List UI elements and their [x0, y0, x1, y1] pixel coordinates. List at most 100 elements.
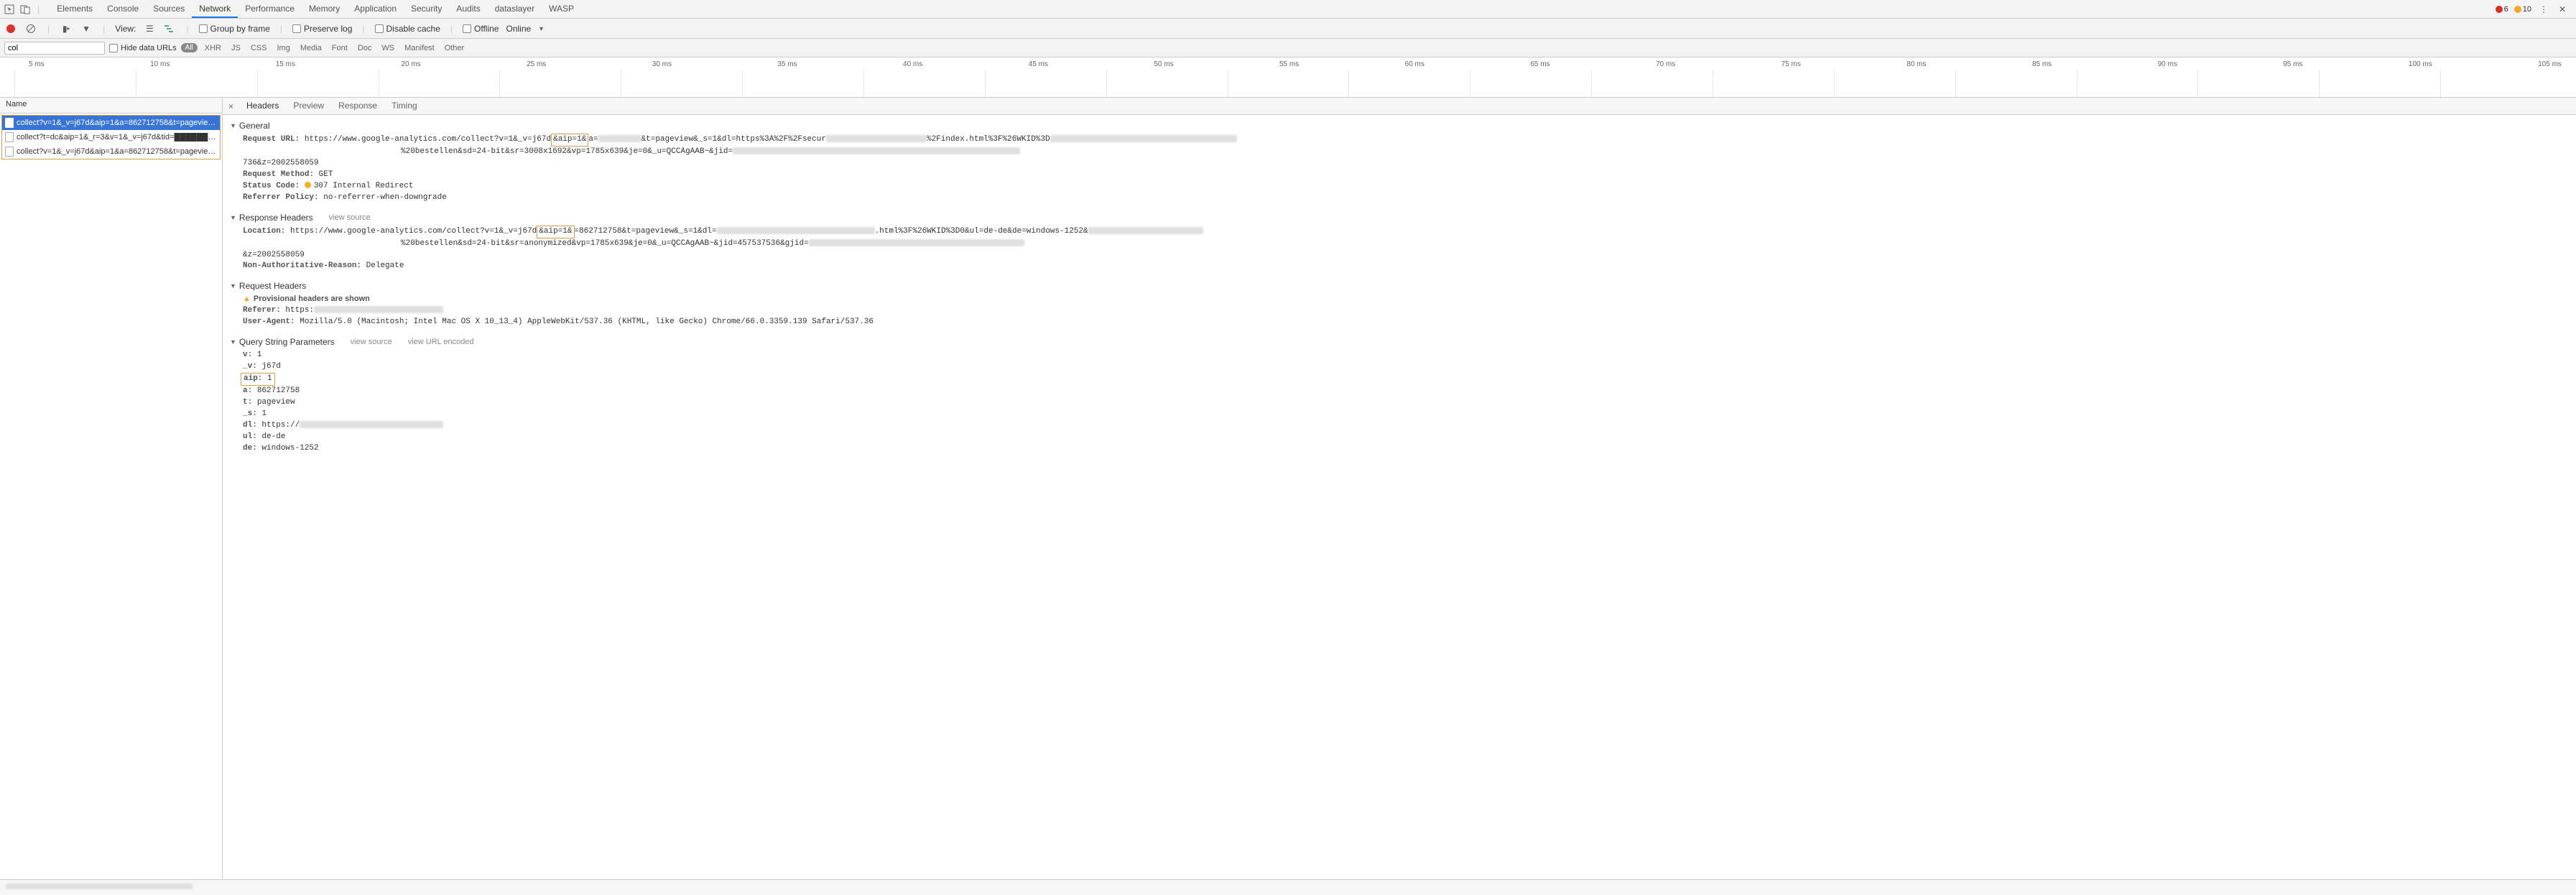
timeline-tick: 40 ms — [903, 60, 922, 68]
warning-icon: ▲ — [243, 295, 251, 303]
group-by-frame-checkbox[interactable]: Group by frame — [199, 24, 270, 34]
warning-count[interactable]: 10 — [2514, 5, 2531, 14]
detail-close-icon[interactable]: × — [223, 101, 239, 111]
request-row[interactable]: collect?t=dc&aip=1&_r=3&v=1&_v=j67d&tid=… — [2, 130, 220, 144]
throttle-select[interactable]: Online — [506, 24, 531, 34]
timeline-tick: 55 ms — [1279, 60, 1299, 68]
request-list: collect?v=1&_v=j67d&aip=1&a=862712758&t=… — [1, 115, 221, 159]
devtools-topbar: | Elements Console Sources Network Perfo… — [0, 0, 2576, 19]
tab-performance[interactable]: Performance — [238, 1, 302, 18]
error-count[interactable]: 6 — [2496, 5, 2508, 14]
filter-type-media[interactable]: Media — [297, 44, 325, 52]
qsp-row: aip: 1 — [230, 373, 2569, 386]
filter-type-xhr[interactable]: XHR — [202, 44, 224, 52]
timeline-tick: 60 ms — [1405, 60, 1424, 68]
view-source-link[interactable]: view source — [351, 338, 392, 346]
network-main: Name collect?v=1&_v=j67d&aip=1&a=8627127… — [0, 98, 2576, 892]
detail-tabs: × Headers Preview Response Timing — [223, 98, 2576, 115]
kv-non-authoritative-reason: Non-Authoritative-Reason: Delegate — [230, 261, 2569, 272]
timeline-tick: 30 ms — [652, 60, 672, 68]
section-response-headers: Response Headersview source Location: ht… — [223, 207, 2576, 276]
kv-referrer-policy: Referrer Policy: no-referrer-when-downgr… — [230, 193, 2569, 204]
timeline-tick: 25 ms — [527, 60, 546, 68]
section-heading-response-headers[interactable]: Response Headersview source — [230, 210, 2569, 226]
qsp-row: de: windows-1252 — [230, 443, 2569, 455]
devtools-tabs: Elements Console Sources Network Perform… — [50, 1, 2493, 18]
timeline-tick: 105 ms — [2538, 60, 2562, 68]
network-toolbar: | ▮▸ ▼ | View: ☰ | Group by frame | Pres… — [0, 19, 2576, 39]
tab-dataslayer[interactable]: dataslayer — [488, 1, 542, 18]
tab-network[interactable]: Network — [192, 1, 238, 18]
tab-wasp[interactable]: WASP — [542, 1, 581, 18]
filter-type-font[interactable]: Font — [329, 44, 351, 52]
disable-cache-checkbox[interactable]: Disable cache — [375, 24, 440, 34]
detail-tab-headers[interactable]: Headers — [239, 98, 286, 115]
kv-request-method: Request Method: GET — [230, 170, 2569, 181]
filter-type-js[interactable]: JS — [228, 44, 244, 52]
filter-type-ws[interactable]: WS — [379, 44, 397, 52]
record-icon[interactable] — [4, 22, 17, 35]
tab-memory[interactable]: Memory — [302, 1, 347, 18]
request-detail-panel: × Headers Preview Response Timing Genera… — [223, 98, 2576, 892]
filter-icon[interactable]: ▼ — [80, 22, 93, 35]
detail-tab-timing[interactable]: Timing — [384, 98, 425, 115]
tab-elements[interactable]: Elements — [50, 1, 100, 18]
preserve-log-checkbox[interactable]: Preserve log — [292, 24, 352, 34]
timeline-tick: 85 ms — [2032, 60, 2052, 68]
view-url-encoded-link[interactable]: view URL encoded — [408, 338, 474, 346]
timeline-tick: 80 ms — [1906, 60, 1926, 68]
timeline-tick: 20 ms — [401, 60, 420, 68]
filter-type-all[interactable]: All — [181, 43, 198, 52]
clear-icon[interactable] — [24, 22, 37, 35]
hide-data-urls-checkbox[interactable]: Hide data URLs — [109, 44, 177, 52]
kv-location: Location: https://www.google-analytics.c… — [230, 226, 2569, 261]
device-icon[interactable] — [19, 3, 32, 16]
view-waterfall-icon[interactable] — [163, 22, 176, 35]
tab-security[interactable]: Security — [404, 1, 449, 18]
qsp-row: _v: j67d — [230, 361, 2569, 373]
network-timeline[interactable]: 5 ms 10 ms 15 ms 20 ms 25 ms 30 ms 35 ms… — [0, 57, 2576, 98]
timeline-tick: 15 ms — [276, 60, 295, 68]
timeline-tick: 100 ms — [2409, 60, 2432, 68]
detail-tab-response[interactable]: Response — [331, 98, 384, 115]
inspect-icon[interactable] — [3, 3, 16, 16]
filter-input[interactable] — [4, 42, 105, 55]
tab-audits[interactable]: Audits — [449, 1, 487, 18]
qsp-row: a: 862712758 — [230, 386, 2569, 397]
filter-type-other[interactable]: Other — [442, 44, 468, 52]
request-row[interactable]: collect?v=1&_v=j67d&aip=1&a=862712758&t=… — [2, 116, 220, 130]
timeline-tick: 50 ms — [1154, 60, 1173, 68]
tab-console[interactable]: Console — [100, 1, 146, 18]
section-heading-request-headers[interactable]: Request Headers — [230, 278, 2569, 294]
offline-checkbox[interactable]: Offline — [463, 24, 499, 34]
request-row[interactable]: collect?v=1&_v=j67d&aip=1&a=862712758&t=… — [2, 144, 220, 159]
tab-application[interactable]: Application — [347, 1, 404, 18]
qsp-row: _s: 1 — [230, 409, 2569, 420]
filter-type-css[interactable]: CSS — [248, 44, 270, 52]
view-source-link[interactable]: view source — [329, 213, 371, 222]
section-request-headers: Request Headers ▲Provisional headers are… — [223, 275, 2576, 331]
view-label: View: — [115, 24, 136, 34]
close-icon[interactable]: ✕ — [2556, 3, 2569, 16]
detail-tab-preview[interactable]: Preview — [286, 98, 331, 115]
section-heading-general[interactable]: General — [230, 118, 2569, 134]
qsp-row: ul: de-de — [230, 432, 2569, 443]
timeline-tick: 95 ms — [2283, 60, 2302, 68]
network-filter-bar: Hide data URLs All XHR JS CSS Img Media … — [0, 39, 2576, 57]
provisional-warning: ▲Provisional headers are shown — [230, 294, 2569, 305]
filter-type-img[interactable]: Img — [274, 44, 292, 52]
request-list-header[interactable]: Name — [0, 98, 222, 113]
filter-type-manifest[interactable]: Manifest — [402, 44, 437, 52]
qsp-row: v: 1 — [230, 350, 2569, 361]
status-dot-icon — [305, 182, 311, 188]
timeline-tick: 10 ms — [150, 60, 170, 68]
timeline-tick: 65 ms — [1530, 60, 1549, 68]
section-heading-qsp[interactable]: Query String Parametersview sourceview U… — [230, 334, 2569, 350]
highlight-aip: &aip=1& — [537, 226, 574, 238]
timeline-tick: 35 ms — [777, 60, 797, 68]
more-icon[interactable]: ⋮ — [2537, 3, 2550, 16]
tab-sources[interactable]: Sources — [146, 1, 192, 18]
filter-type-doc[interactable]: Doc — [355, 44, 375, 52]
view-list-icon[interactable]: ☰ — [143, 22, 156, 35]
camera-icon[interactable]: ▮▸ — [60, 22, 73, 35]
